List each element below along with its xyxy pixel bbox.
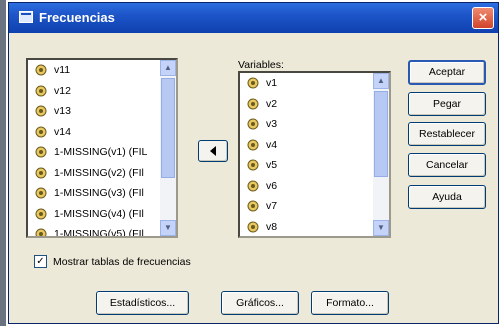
list-item-label: v11 <box>54 64 71 76</box>
list-item[interactable]: v14 <box>28 122 176 143</box>
list-item-label: v4 <box>266 138 278 151</box>
list-item-label: v7 <box>266 200 278 212</box>
scroll-thumb[interactable] <box>161 78 175 178</box>
left-arrow-icon <box>210 146 216 156</box>
list-item[interactable]: v2 <box>240 94 389 115</box>
scroll-thumb[interactable] <box>374 91 388 177</box>
restablecer-button[interactable]: Restablecer <box>408 122 486 146</box>
list-item-label: v1 <box>266 77 278 89</box>
graficos-button[interactable]: Gráficos... <box>221 291 299 315</box>
mostrar-tablas-checkbox[interactable]: ✓ <box>34 255 47 268</box>
scale-variable-icon <box>247 180 259 191</box>
estadisticos-button[interactable]: Estadísticos... <box>96 291 189 315</box>
list-item-label: 1-MISSING(v4) (FIl <box>54 207 144 220</box>
scale-variable-icon <box>247 200 259 212</box>
scale-variable-icon <box>35 146 47 158</box>
list-item-label: v8 <box>266 220 278 233</box>
variables-label: Variables: <box>238 59 284 71</box>
list-item-label: 1-MISSING(v1) (FIL <box>54 146 148 158</box>
title-bar[interactable]: Frecuencias × <box>9 3 498 33</box>
list-item[interactable]: 1-MISSING(v1) (FIL <box>28 142 176 163</box>
scale-variable-icon <box>247 221 259 232</box>
list-item-label: v6 <box>266 179 278 192</box>
cancelar-button[interactable]: Cancelar <box>408 153 486 177</box>
list-item[interactable]: v3 <box>240 114 389 135</box>
scale-variable-icon <box>35 187 47 199</box>
scale-variable-icon <box>35 167 47 178</box>
list-item-label: v14 <box>54 125 71 138</box>
list-item[interactable]: v6 <box>240 176 389 197</box>
frecuencias-dialog: Frecuencias × v11 v12 v13 v14 1-MISSING(v1) … <box>8 2 499 324</box>
aceptar-button[interactable]: Aceptar <box>408 60 486 85</box>
close-button[interactable]: × <box>472 7 494 29</box>
scale-variable-icon <box>35 228 47 236</box>
scale-variable-icon <box>35 126 47 137</box>
formato-button[interactable]: Formato... <box>311 291 389 315</box>
background-window-edge <box>0 0 6 326</box>
ayuda-button[interactable]: Ayuda <box>408 185 486 209</box>
scroll-up-icon[interactable]: ▲ <box>160 60 176 76</box>
selected-variables-list[interactable]: v1 v2 v3 v4 v5 v6 v7 v8 ▲ ▼ <box>238 71 391 238</box>
list-item[interactable]: v1 <box>240 73 389 94</box>
move-variable-button[interactable] <box>198 140 228 162</box>
list-item-label: v2 <box>266 97 278 110</box>
list-item-label: 1-MISSING(v5) (FIl <box>54 228 144 238</box>
list-item-label: v3 <box>266 118 278 130</box>
scroll-down-icon[interactable]: ▼ <box>373 220 389 236</box>
list-item[interactable]: v7 <box>240 196 389 217</box>
scale-variable-icon <box>247 77 259 89</box>
scale-variable-icon <box>35 105 47 117</box>
scale-variable-icon <box>247 118 259 130</box>
list-item[interactable]: v5 <box>240 155 389 176</box>
source-variable-list[interactable]: v11 v12 v13 v14 1-MISSING(v1) (FIL 1-MISSING(… <box>26 58 178 238</box>
scroll-up-icon[interactable]: ▲ <box>373 73 389 89</box>
scale-variable-icon <box>35 64 47 76</box>
list-item[interactable]: 1-MISSING(v4) (FIl <box>28 204 176 225</box>
scroll-down-icon[interactable]: ▼ <box>160 220 176 236</box>
mostrar-tablas-label: Mostrar tablas de frecuencias <box>53 256 191 268</box>
list-item[interactable]: 1-MISSING(v5) (FIl <box>28 224 176 238</box>
scale-variable-icon <box>35 208 47 219</box>
list-item[interactable]: v13 <box>28 101 176 122</box>
source-list-scrollbar[interactable]: ▲ ▼ <box>160 60 176 236</box>
pegar-button[interactable]: Pegar <box>408 92 486 116</box>
list-item[interactable]: v8 <box>240 217 389 237</box>
list-item-label: 1-MISSING(v2) (FIl <box>54 166 144 179</box>
list-item[interactable]: v12 <box>28 81 176 102</box>
list-item[interactable]: v11 <box>28 60 176 81</box>
scale-variable-icon <box>247 159 259 171</box>
list-item[interactable]: v4 <box>240 135 389 156</box>
scale-variable-icon <box>247 98 259 109</box>
list-item-label: 1-MISSING(v3) (FIl <box>54 187 144 199</box>
list-item[interactable]: 1-MISSING(v2) (FIl <box>28 163 176 184</box>
window-icon <box>19 11 33 23</box>
window-title: Frecuencias <box>39 10 115 25</box>
variables-list-scrollbar[interactable]: ▲ ▼ <box>373 73 389 236</box>
list-item-label: v5 <box>266 159 278 171</box>
list-item-label: v12 <box>54 84 71 97</box>
scale-variable-icon <box>247 139 259 150</box>
scale-variable-icon <box>35 85 47 96</box>
list-item-label: v13 <box>54 105 71 117</box>
list-item[interactable]: 1-MISSING(v3) (FIl <box>28 183 176 204</box>
